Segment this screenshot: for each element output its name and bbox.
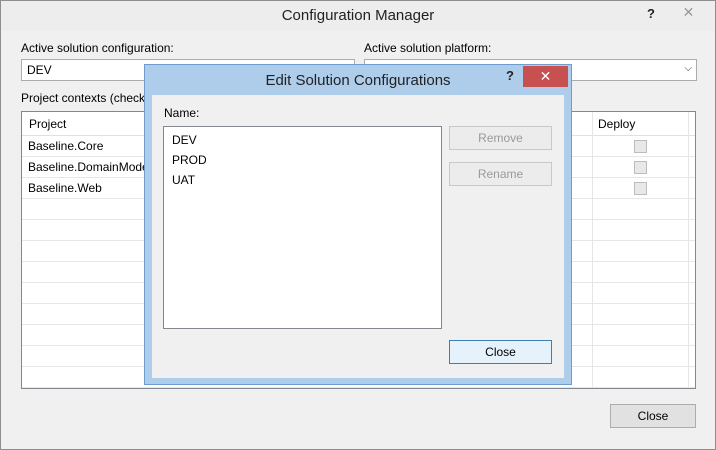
remove-button[interactable]: Remove <box>449 126 552 150</box>
help-icon[interactable]: ? <box>501 68 519 83</box>
rename-button[interactable]: Rename <box>449 162 552 186</box>
project-name: Baseline.Core <box>28 139 104 153</box>
project-name: Baseline.DomainMode <box>28 160 149 174</box>
window-title: Configuration Manager <box>281 7 435 24</box>
deploy-checkbox[interactable] <box>634 161 647 174</box>
dialog-body: Name: DEV PROD UAT Remove Rename Close <box>152 95 564 378</box>
list-item[interactable]: DEV <box>164 130 441 150</box>
dialog-close-button[interactable]: Close <box>449 340 552 364</box>
list-item[interactable]: UAT <box>164 170 441 190</box>
column-header-project[interactable]: Project <box>29 117 66 131</box>
deploy-checkbox[interactable] <box>634 182 647 195</box>
list-item[interactable]: PROD <box>164 150 441 170</box>
active-platform-label: Active solution platform: <box>364 41 492 55</box>
active-configuration-value: DEV <box>27 63 52 77</box>
close-icon[interactable]: ✕ <box>523 66 568 87</box>
edit-solution-configurations-dialog: Edit Solution Configurations ? ✕ Name: D… <box>144 64 572 385</box>
name-label: Name: <box>164 106 200 120</box>
main-close-button[interactable]: Close <box>610 404 696 428</box>
project-contexts-label: Project contexts (check <box>21 91 146 105</box>
title-bar: Configuration Manager ? ✕ <box>1 1 715 31</box>
chevron-down-icon: ⌵ <box>684 63 692 74</box>
close-icon[interactable]: ✕ <box>666 2 711 23</box>
deploy-checkbox[interactable] <box>634 140 647 153</box>
project-name: Baseline.Web <box>28 181 102 195</box>
configurations-listbox[interactable]: DEV PROD UAT <box>163 126 442 329</box>
column-header-deploy[interactable]: Deploy <box>598 117 635 131</box>
help-icon[interactable]: ? <box>641 4 661 24</box>
active-configuration-label: Active solution configuration: <box>21 41 174 55</box>
